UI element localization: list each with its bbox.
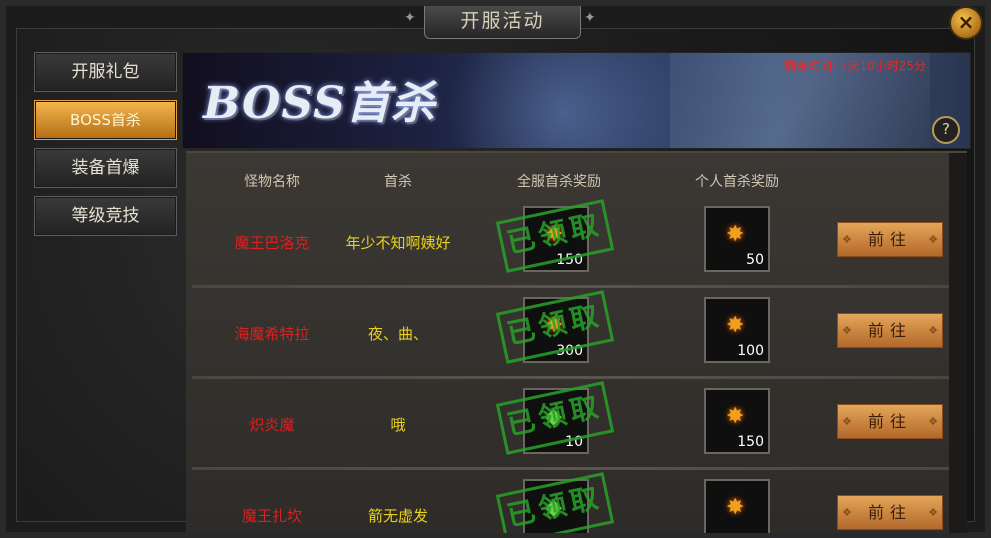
- monster-name: 海魔希特拉: [234, 325, 310, 343]
- sidebar-item-label: 装备首爆: [71, 158, 140, 178]
- personal-reward-slot[interactable]: ✸ 100: [704, 297, 770, 363]
- claimed-stamp: 已领取: [495, 199, 615, 273]
- first-killer-name: 箭无虚发: [367, 507, 429, 525]
- gold-gem-icon: ✸: [726, 313, 745, 338]
- button-ornament-icon: ❖: [928, 506, 938, 519]
- go-button[interactable]: ❖ 前往 ❖: [837, 495, 943, 530]
- go-button-label: 前往: [867, 230, 912, 249]
- banner-title: BOSS首杀: [203, 78, 436, 129]
- sidebar-item-boss-first-kill[interactable]: BOSS首杀: [34, 100, 177, 140]
- go-button-label: 前往: [867, 321, 912, 340]
- go-button-label: 前往: [867, 412, 912, 431]
- go-button[interactable]: ❖ 前往 ❖: [837, 313, 943, 348]
- monster-name: 魔王扎坎: [241, 507, 303, 525]
- personal-reward-slot[interactable]: ✸ 150: [704, 388, 770, 454]
- row-divider: [192, 285, 949, 288]
- gold-gem-icon: ✸: [726, 404, 745, 429]
- reward-count: 100: [737, 343, 764, 359]
- button-ornament-icon: ❖: [928, 233, 938, 246]
- personal-reward-slot[interactable]: ✸ 50: [704, 206, 770, 272]
- reward-count: 150: [737, 434, 764, 450]
- event-window: 开服活动 ✦ ✦ × 开服礼包 BOSS首杀 装备首爆 等级竞技 BOSS首杀 …: [0, 0, 991, 538]
- sidebar-item-opening-gift[interactable]: 开服礼包: [34, 52, 177, 92]
- scrollbar-track[interactable]: [949, 153, 967, 533]
- claimed-stamp: 已领取: [495, 381, 615, 455]
- header-monster-name: 怪物名称: [244, 174, 300, 190]
- button-ornament-icon: ❖: [842, 415, 852, 428]
- table-row: 海魔希特拉 夜、曲、 ✸ 300 已领取 ✸ 100 ❖ 前往 ❖: [186, 289, 949, 379]
- first-killer-name: 年少不知啊姨好: [345, 234, 451, 252]
- boss-table: 怪物名称 首杀 全服首杀奖励 个人首杀奖励 魔王巴洛克 年少不知啊姨好 ✸ 15…: [186, 151, 967, 533]
- event-banner: BOSS首杀 剩余时间: 7天10小时25分 ?: [182, 52, 971, 149]
- title-left-ornament-icon: ✦: [404, 10, 416, 26]
- table-row: 魔王扎坎 箭无虚发 ◆ 已领取 ✸ ❖ 前往 ❖: [186, 471, 949, 533]
- sidebar-item-label: 开服礼包: [71, 62, 140, 82]
- header-personal-reward: 个人首杀奖励: [695, 174, 779, 190]
- go-button-label: 前往: [867, 503, 912, 522]
- sidebar: 开服礼包 BOSS首杀 装备首爆 等级竞技: [34, 52, 177, 244]
- button-ornament-icon: ❖: [842, 506, 852, 519]
- table-row: 炽炎魔 哦 ◆ 10 已领取 ✸ 150 ❖ 前往 ❖: [186, 380, 949, 470]
- header-server-reward: 全服首杀奖励: [517, 174, 601, 190]
- remaining-time: 剩余时间: 7天10小时25分: [783, 59, 926, 73]
- button-ornament-icon: ❖: [842, 233, 852, 246]
- row-divider: [192, 467, 949, 470]
- help-glyph: ?: [942, 120, 950, 138]
- gold-gem-icon: ✸: [726, 495, 745, 520]
- go-button[interactable]: ❖ 前往 ❖: [837, 222, 943, 257]
- close-button[interactable]: ×: [949, 6, 983, 40]
- header-first-kill: 首杀: [384, 174, 412, 190]
- reward-count: 50: [746, 252, 764, 268]
- table-row: 魔王巴洛克 年少不知啊姨好 ✸ 150 已领取 ✸ 50 ❖ 前往 ❖: [186, 198, 949, 288]
- help-icon[interactable]: ?: [932, 116, 960, 144]
- sidebar-item-level-competition[interactable]: 等级竞技: [34, 196, 177, 236]
- sidebar-item-label: BOSS首杀: [70, 111, 141, 129]
- button-ornament-icon: ❖: [928, 324, 938, 337]
- gold-gem-icon: ✸: [726, 222, 745, 247]
- row-divider: [192, 376, 949, 379]
- sidebar-item-label: 等级竞技: [71, 206, 140, 226]
- claimed-stamp: 已领取: [495, 472, 615, 533]
- personal-reward-slot[interactable]: ✸: [704, 479, 770, 533]
- button-ornament-icon: ❖: [928, 415, 938, 428]
- monster-name: 炽炎魔: [249, 416, 295, 434]
- monster-name: 魔王巴洛克: [234, 234, 310, 252]
- window-title: 开服活动: [424, 6, 581, 39]
- first-killer-name: 哦: [390, 416, 406, 434]
- window-title-text: 开服活动: [460, 10, 545, 32]
- title-right-ornament-icon: ✦: [584, 10, 596, 26]
- go-button[interactable]: ❖ 前往 ❖: [837, 404, 943, 439]
- first-killer-name: 夜、曲、: [367, 325, 429, 343]
- claimed-stamp: 已领取: [495, 290, 615, 364]
- close-icon: ×: [957, 10, 975, 34]
- button-ornament-icon: ❖: [842, 324, 852, 337]
- sidebar-item-equipment-first-drop[interactable]: 装备首爆: [34, 148, 177, 188]
- table-header: 怪物名称 首杀 全服首杀奖励 个人首杀奖励: [186, 153, 949, 193]
